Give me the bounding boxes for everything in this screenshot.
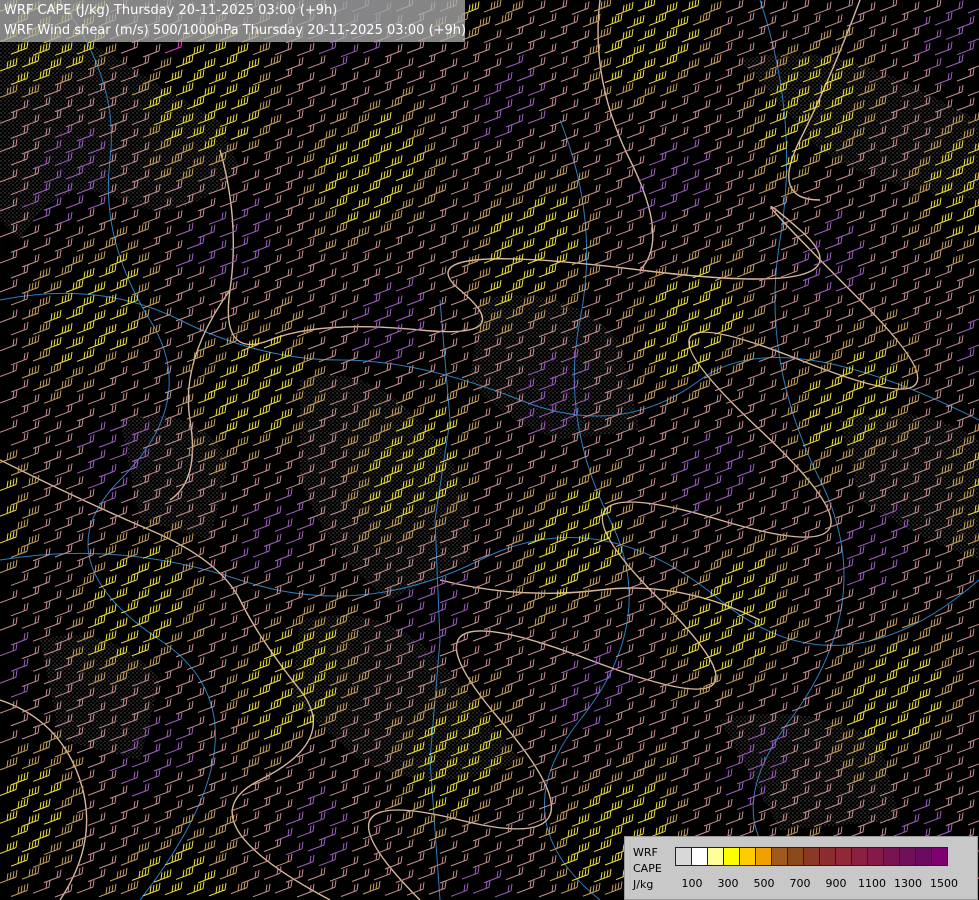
- legend-model-label: WRF: [633, 846, 658, 859]
- legend-color-scale: [675, 847, 948, 866]
- legend-swatch: [803, 847, 820, 866]
- legend-swatch: [931, 847, 948, 866]
- legend-tick: 900: [825, 877, 847, 890]
- legend-tick: 1100: [858, 877, 886, 890]
- legend-swatch: [739, 847, 756, 866]
- cape-wind-shear-map: [0, 0, 979, 900]
- wind-shear-title: WRF Wind shear (m/s) 500/1000hPa Thursda…: [4, 23, 467, 38]
- legend-tick: 1500: [930, 877, 958, 890]
- cape-title: WRF CAPE (J/kg) Thursday 20-11-2025 03:0…: [4, 3, 338, 18]
- legend-swatch: [915, 847, 932, 866]
- legend-swatch: [691, 847, 708, 866]
- legend-tick: 100: [681, 877, 703, 890]
- legend-swatch: [787, 847, 804, 866]
- legend-field-label: CAPE: [633, 862, 662, 875]
- cape-legend: WRF CAPE J/kg 100 300 500 700 900 1100 1300 150…: [624, 836, 978, 900]
- legend-swatch: [771, 847, 788, 866]
- legend-swatch: [755, 847, 772, 866]
- legend-swatch: [819, 847, 836, 866]
- legend-tick: 300: [717, 877, 739, 890]
- legend-swatch: [851, 847, 868, 866]
- legend-tick: 1300: [894, 877, 922, 890]
- legend-unit-label: J/kg: [633, 878, 654, 891]
- legend-swatch: [883, 847, 900, 866]
- legend-tick: 700: [789, 877, 811, 890]
- legend-swatch: [899, 847, 916, 866]
- legend-tick: 500: [753, 877, 775, 890]
- legend-swatch: [835, 847, 852, 866]
- legend-tick-labels: 100 300 500 700 900 1100 1300 1500: [673, 877, 973, 891]
- legend-swatch: [675, 847, 692, 866]
- map-title-box: WRF CAPE (J/kg) Thursday 20-11-2025 03:0…: [0, 0, 467, 42]
- legend-swatch: [723, 847, 740, 866]
- legend-swatch: [707, 847, 724, 866]
- legend-swatch: [867, 847, 884, 866]
